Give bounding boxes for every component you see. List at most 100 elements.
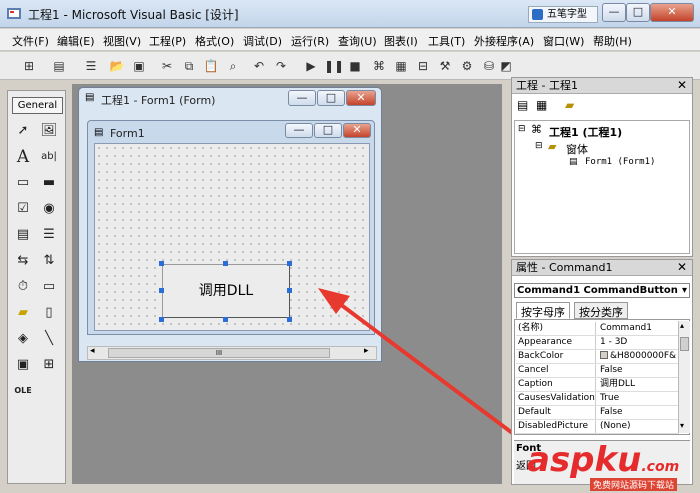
- combobox-icon[interactable]: ▤: [13, 225, 33, 245]
- find-icon[interactable]: ⌕: [224, 57, 242, 75]
- designer-maximize-button[interactable]: □: [317, 90, 345, 106]
- property-row[interactable]: Appearance 1 - 3D: [516, 336, 679, 350]
- menu-help[interactable]: 帮助(H): [593, 33, 632, 49]
- scroll-left-icon[interactable]: ◂: [90, 346, 95, 356]
- paste-icon[interactable]: 📋: [202, 57, 220, 75]
- property-value[interactable]: Command1: [598, 322, 678, 335]
- chevron-down-icon[interactable]: ▾: [682, 284, 687, 297]
- undo-icon[interactable]: ↶: [250, 57, 268, 75]
- start-icon[interactable]: ▶: [302, 57, 320, 75]
- ime-indicator[interactable]: 五笔字型: [528, 6, 598, 23]
- tree-project-root[interactable]: 工程1 (工程1): [549, 124, 622, 140]
- designer-close-button[interactable]: ✕: [346, 90, 376, 106]
- visual-component-manager-icon[interactable]: ◩: [497, 57, 515, 75]
- tab-categorized[interactable]: 按分类序: [574, 302, 628, 319]
- property-row[interactable]: Caption 调用DLL: [516, 378, 679, 392]
- properties-vertical-scrollbar[interactable]: ▴ ▾: [678, 321, 690, 433]
- view-code-icon[interactable]: ▤: [517, 98, 528, 112]
- data-view-icon[interactable]: ⛁: [480, 57, 498, 75]
- property-value[interactable]: 1 - 3D: [598, 336, 678, 349]
- toggle-folders-icon[interactable]: ▰: [565, 98, 574, 112]
- toolbox-icon[interactable]: ⚙: [458, 57, 476, 75]
- tree-forms-folder[interactable]: 窗体: [566, 141, 588, 157]
- resize-handle[interactable]: [287, 317, 292, 322]
- tab-alphabetic[interactable]: 按字母序: [516, 302, 570, 319]
- ole-icon[interactable]: OLE: [13, 381, 33, 401]
- frame-icon[interactable]: ▭: [13, 173, 33, 193]
- form1-minimize-button[interactable]: —: [285, 123, 313, 138]
- menu-project[interactable]: 工程(P): [149, 33, 186, 49]
- object-selector[interactable]: Command1 CommandButton ▾: [514, 283, 690, 298]
- close-button[interactable]: ✕: [650, 3, 694, 22]
- properties-close-icon[interactable]: ✕: [677, 260, 687, 274]
- add-form-icon[interactable]: ▤: [50, 57, 68, 75]
- hscrollbar-icon[interactable]: ⇆: [13, 251, 33, 271]
- properties-window-icon[interactable]: ▦: [392, 57, 410, 75]
- stop-icon[interactable]: ■: [346, 57, 364, 75]
- scroll-up-icon[interactable]: ▴: [680, 321, 684, 330]
- filelistbox-icon[interactable]: ▯: [39, 303, 59, 323]
- form-layout-icon[interactable]: ⊟: [414, 57, 432, 75]
- resize-handle[interactable]: [159, 261, 164, 266]
- scroll-thumb[interactable]: [680, 337, 689, 351]
- property-row[interactable]: BackColor &H8000000F&: [516, 350, 679, 364]
- resize-handle[interactable]: [159, 317, 164, 322]
- property-row[interactable]: DisabledPicture (None): [516, 420, 679, 434]
- drivelistbox-icon[interactable]: ▭: [39, 277, 59, 297]
- copy-icon[interactable]: ⧉: [180, 57, 198, 75]
- resize-handle[interactable]: [287, 261, 292, 266]
- command1-button[interactable]: 调用DLL: [162, 264, 290, 318]
- object-browser-icon[interactable]: ⚒: [436, 57, 454, 75]
- designer-minimize-button[interactable]: —: [288, 90, 316, 106]
- menu-tools[interactable]: 工具(T): [428, 33, 465, 49]
- property-value[interactable]: 调用DLL: [598, 378, 678, 391]
- property-row[interactable]: Cancel False: [516, 364, 679, 378]
- menu-edit[interactable]: 编辑(E): [57, 33, 95, 49]
- menu-window[interactable]: 窗口(W): [543, 33, 584, 49]
- scroll-down-icon[interactable]: ▾: [680, 421, 684, 430]
- timer-icon[interactable]: ⏱: [13, 277, 33, 297]
- menu-format[interactable]: 格式(O): [195, 33, 234, 49]
- property-row[interactable]: (名称) Command1: [516, 322, 679, 336]
- open-icon[interactable]: 📂: [108, 57, 126, 75]
- label-icon[interactable]: A: [13, 147, 33, 167]
- pause-icon[interactable]: ❚❚: [324, 57, 344, 75]
- property-row[interactable]: CausesValidation True: [516, 392, 679, 406]
- optionbutton-icon[interactable]: ◉: [39, 199, 59, 219]
- scroll-thumb[interactable]: III: [108, 348, 330, 358]
- menu-query[interactable]: 查询(U): [338, 33, 377, 49]
- listbox-icon[interactable]: ☰: [39, 225, 59, 245]
- image-icon[interactable]: ▣: [13, 355, 33, 375]
- resize-handle[interactable]: [159, 288, 164, 293]
- project-explorer-close-icon[interactable]: ✕: [677, 78, 687, 92]
- add-project-icon[interactable]: ⊞: [20, 57, 38, 75]
- property-value[interactable]: &H8000000F&: [598, 350, 678, 363]
- form1-close-button[interactable]: ✕: [343, 123, 371, 138]
- redo-icon[interactable]: ↷: [272, 57, 290, 75]
- checkbox-icon[interactable]: ☑: [13, 199, 33, 219]
- minimize-button[interactable]: —: [602, 3, 626, 22]
- textbox-icon[interactable]: ab|: [39, 147, 59, 167]
- collapse-icon[interactable]: ⊟: [535, 141, 543, 151]
- property-value[interactable]: False: [598, 364, 678, 377]
- menu-run[interactable]: 运行(R): [291, 33, 329, 49]
- save-icon[interactable]: ▣: [130, 57, 148, 75]
- shape-icon[interactable]: ◈: [13, 329, 33, 349]
- line-icon[interactable]: ╲: [39, 329, 59, 349]
- pointer-icon[interactable]: ➚: [13, 121, 33, 141]
- menu-diagram[interactable]: 图表(I): [384, 33, 418, 49]
- toolbox-tab-general[interactable]: General: [12, 97, 63, 114]
- menu-view[interactable]: 视图(V): [103, 33, 141, 49]
- menu-debug[interactable]: 调试(D): [243, 33, 282, 49]
- view-object-icon[interactable]: ▦: [536, 98, 547, 112]
- vscrollbar-icon[interactable]: ⇅: [39, 251, 59, 271]
- form1-maximize-button[interactable]: □: [314, 123, 342, 138]
- property-row[interactable]: Default False: [516, 406, 679, 420]
- maximize-button[interactable]: □: [626, 3, 650, 22]
- menu-file[interactable]: 文件(F): [12, 33, 49, 49]
- menu-editor-icon[interactable]: ☰: [82, 57, 100, 75]
- menu-addins[interactable]: 外接程序(A): [474, 33, 534, 49]
- property-value[interactable]: True: [598, 392, 678, 405]
- data-icon[interactable]: ⊞: [39, 355, 59, 375]
- resize-handle[interactable]: [223, 261, 228, 266]
